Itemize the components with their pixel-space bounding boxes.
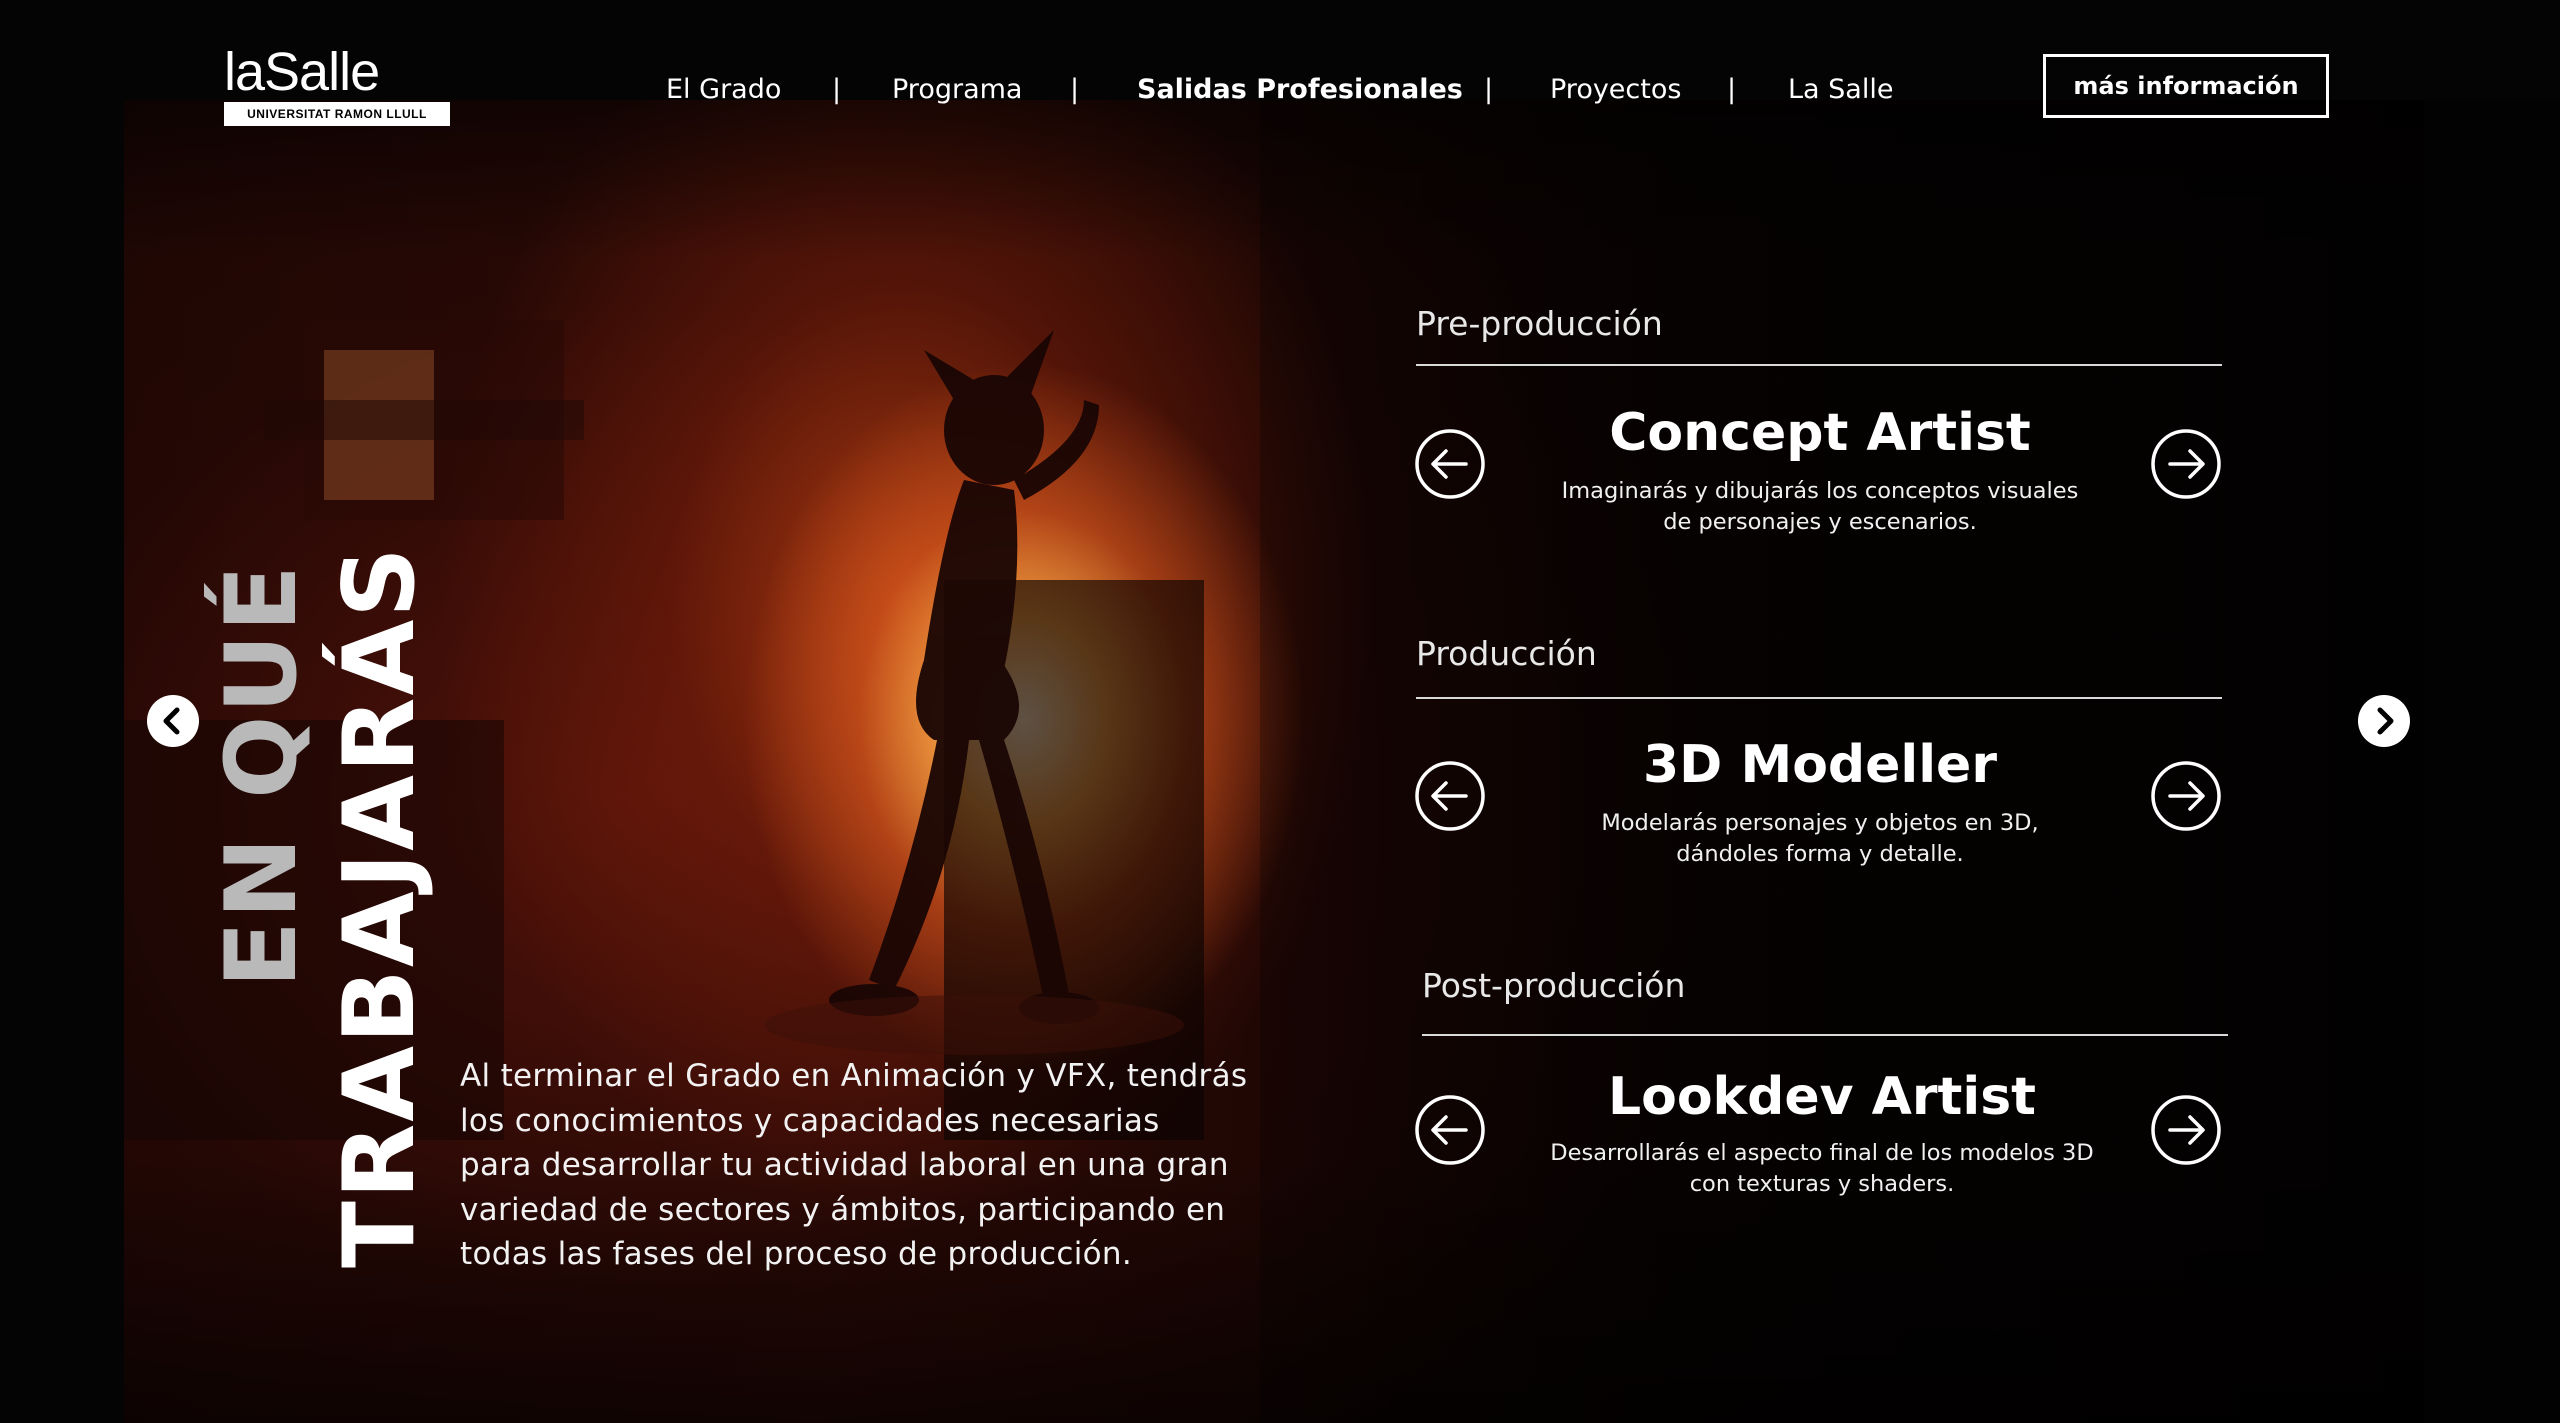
arrow-right-icon[interactable]: [2150, 428, 2222, 500]
role-title: Concept Artist: [1609, 403, 2031, 463]
role-title: Lookdev Artist: [1607, 1067, 2037, 1127]
role-description: Modelarás personajes y objetos en 3D, dá…: [1504, 808, 2136, 870]
nav-proyectos[interactable]: Proyectos: [1550, 68, 1681, 112]
role-description-line: Modelarás personajes y objetos en 3D,: [1601, 810, 2039, 836]
nav-salidas-profesionales[interactable]: Salidas Profesionales: [1137, 68, 1463, 112]
role-description-line: Imaginarás y dibujarás los conceptos vis…: [1561, 478, 2079, 504]
intro-line: todas las fases del proceso de producció…: [460, 1236, 1132, 1272]
role-description-line: de personajes y escenarios.: [1663, 509, 1977, 535]
phase-label: Producción: [1416, 634, 1597, 673]
nav-el-grado[interactable]: El Grado: [666, 68, 781, 112]
arrow-right-icon[interactable]: [2150, 1094, 2222, 1166]
role-description: Desarrollarás el aspecto final de los mo…: [1506, 1138, 2138, 1200]
nav-separator: |: [1484, 74, 1494, 105]
more-info-button[interactable]: más información: [2043, 54, 2329, 118]
lasalle-logo[interactable]: laSalle UNIVERSITAT RAMON LLULL: [224, 42, 450, 126]
role-description-line: Desarrollarás el aspecto final de los mo…: [1550, 1140, 2094, 1166]
nav-programa[interactable]: Programa: [892, 68, 1022, 112]
page: laSalle UNIVERSITAT RAMON LLULL El Grado…: [0, 0, 2560, 1423]
role-description: Imaginarás y dibujarás los conceptos vis…: [1504, 476, 2136, 538]
nav-la-salle[interactable]: La Salle: [1788, 68, 1893, 112]
nav-separator: |: [1070, 74, 1080, 105]
chevron-right-icon: [2377, 707, 2394, 735]
slider-prev-button[interactable]: [147, 695, 199, 747]
slider-next-button[interactable]: [2358, 695, 2410, 747]
divider: [1416, 697, 2222, 699]
intro-line: los conocimientos y capacidades necesari…: [460, 1102, 1160, 1139]
role-description-line: dándoles forma y detalle.: [1676, 841, 1964, 867]
role-title: 3D Modeller: [1643, 735, 1997, 795]
nav-separator: |: [1727, 74, 1737, 105]
role-card-production: Producción 3D Modeller Modelarás persona…: [1414, 634, 2226, 894]
role-description-line: con texturas y shaders.: [1689, 1171, 1955, 1197]
divider: [1416, 364, 2222, 366]
arrow-left-icon[interactable]: [1414, 1094, 1486, 1166]
divider: [1422, 1034, 2228, 1036]
phase-label: Pre-producción: [1416, 304, 1663, 343]
intro-line: variedad de sectores y ámbitos, particip…: [460, 1191, 1226, 1228]
phase-label: Post-producción: [1422, 966, 1686, 1005]
arrow-left-icon[interactable]: [1414, 428, 1486, 500]
logo-subtitle: UNIVERSITAT RAMON LLULL: [224, 102, 450, 126]
chevron-left-icon: [163, 707, 180, 735]
intro-line: para desarrollar tu actividad laboral en…: [460, 1147, 1229, 1183]
role-card-pre-production: Pre-producción Concept Artist Imaginarás…: [1414, 304, 2226, 564]
hero-intro-text: Al terminar el Grado en Animación y VFX,…: [460, 1054, 1260, 1277]
intro-line: Al terminar el Grado en Animación y VFX,…: [460, 1058, 1248, 1094]
hero-title-line-1: EN QUÉ: [205, 563, 319, 988]
arrow-left-icon[interactable]: [1414, 760, 1486, 832]
arrow-right-icon[interactable]: [2150, 760, 2222, 832]
hero-title-line-2: TRABAJARÁS: [323, 545, 437, 1268]
role-card-post-production: Post-producción Lookdev Artist Desarroll…: [1415, 966, 2232, 1226]
logo-wordmark: laSalle: [224, 42, 380, 102]
nav-separator: |: [832, 74, 842, 105]
